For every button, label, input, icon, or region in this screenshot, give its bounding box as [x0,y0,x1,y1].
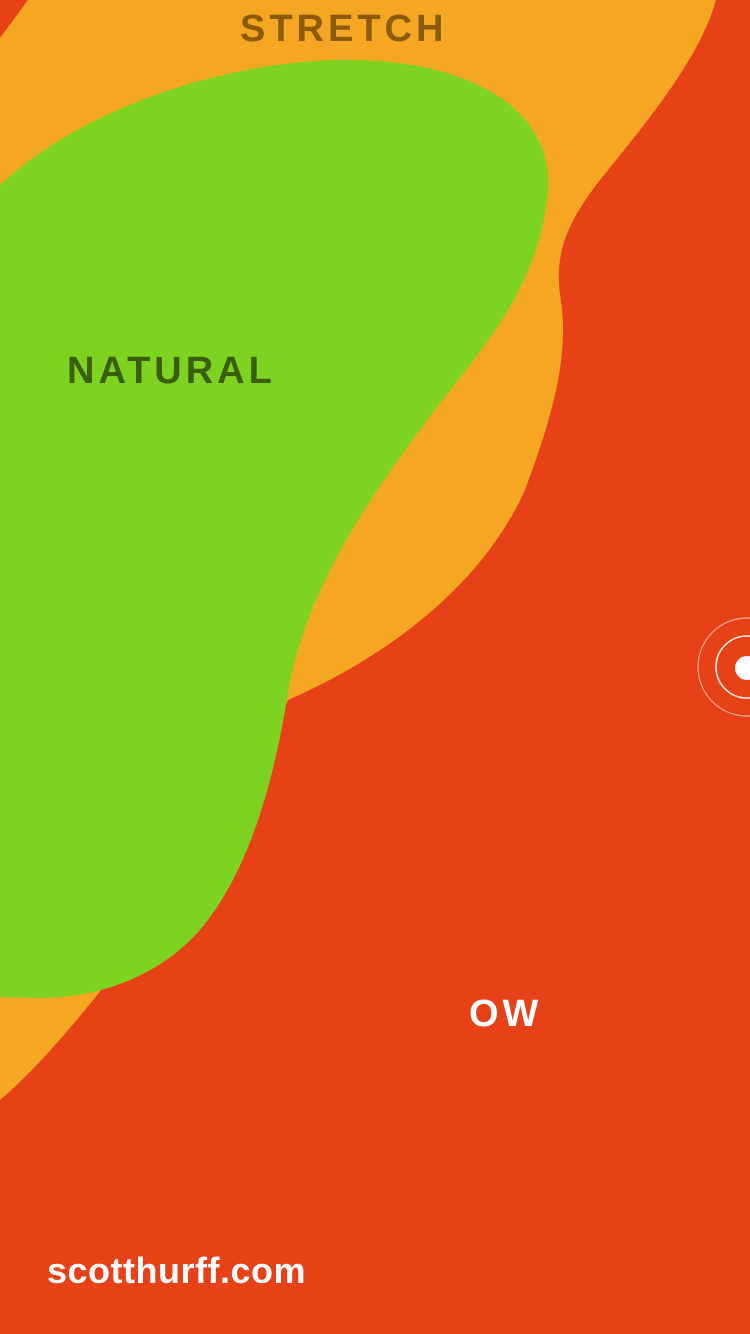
touch-ripple-icon [697,617,750,717]
natural-label: NATURAL [67,350,276,392]
canvas: STRETCH NATURAL OW scotthurff.com [0,0,750,1334]
touch-dot [735,656,750,680]
site-link[interactable]: scotthurff.com [47,1253,306,1289]
touch-indicator[interactable] [697,617,750,717]
stretch-label: STRETCH [240,8,448,50]
ow-label: OW [469,993,543,1035]
blob-layer [0,0,716,1100]
